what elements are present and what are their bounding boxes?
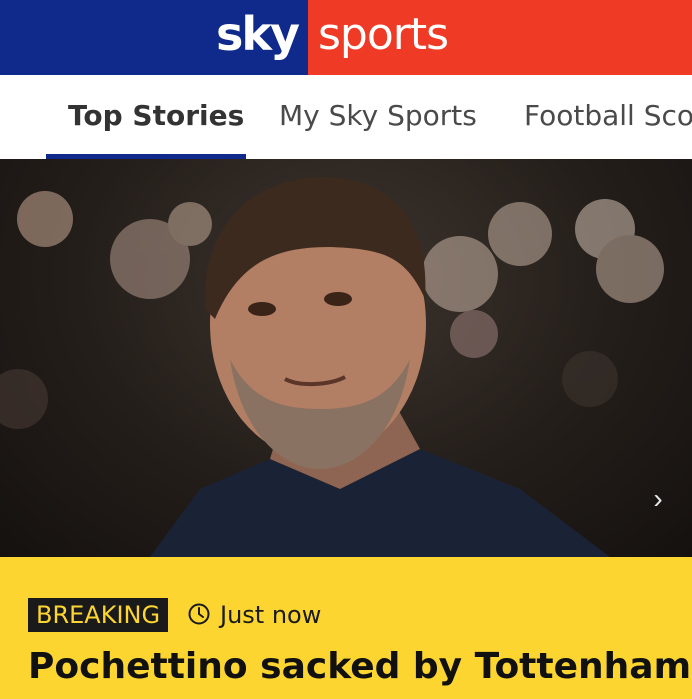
story-panel[interactable]: BREAKING Just now Pochettino sacked by T… <box>0 557 692 699</box>
story-headline[interactable]: Pochettino sacked by Tottenham <box>28 645 691 689</box>
right-eye <box>324 292 352 306</box>
hero-image[interactable]: › <box>0 159 692 557</box>
story-timestamp: Just now <box>220 601 322 629</box>
logo-sky: sky <box>216 7 300 61</box>
tab-top-stories[interactable]: Top Stories <box>68 99 244 133</box>
app-header: sky sports <box>0 0 692 75</box>
logo-sports-panel: sports <box>308 0 692 75</box>
left-eye <box>248 302 276 316</box>
tab-football-scores[interactable]: Football Sco <box>524 99 692 133</box>
breaking-badge: BREAKING <box>28 598 169 632</box>
clock-icon <box>188 603 210 625</box>
chevron-right-icon[interactable]: › <box>640 479 676 519</box>
tab-my-sky-sports[interactable]: My Sky Sports <box>279 99 477 133</box>
hero-photo <box>0 177 664 557</box>
tab-bar: Top Stories My Sky Sports Football Sco <box>0 75 692 159</box>
logo-sky-panel: sky <box>0 0 308 75</box>
logo-sports: sports <box>318 9 449 60</box>
